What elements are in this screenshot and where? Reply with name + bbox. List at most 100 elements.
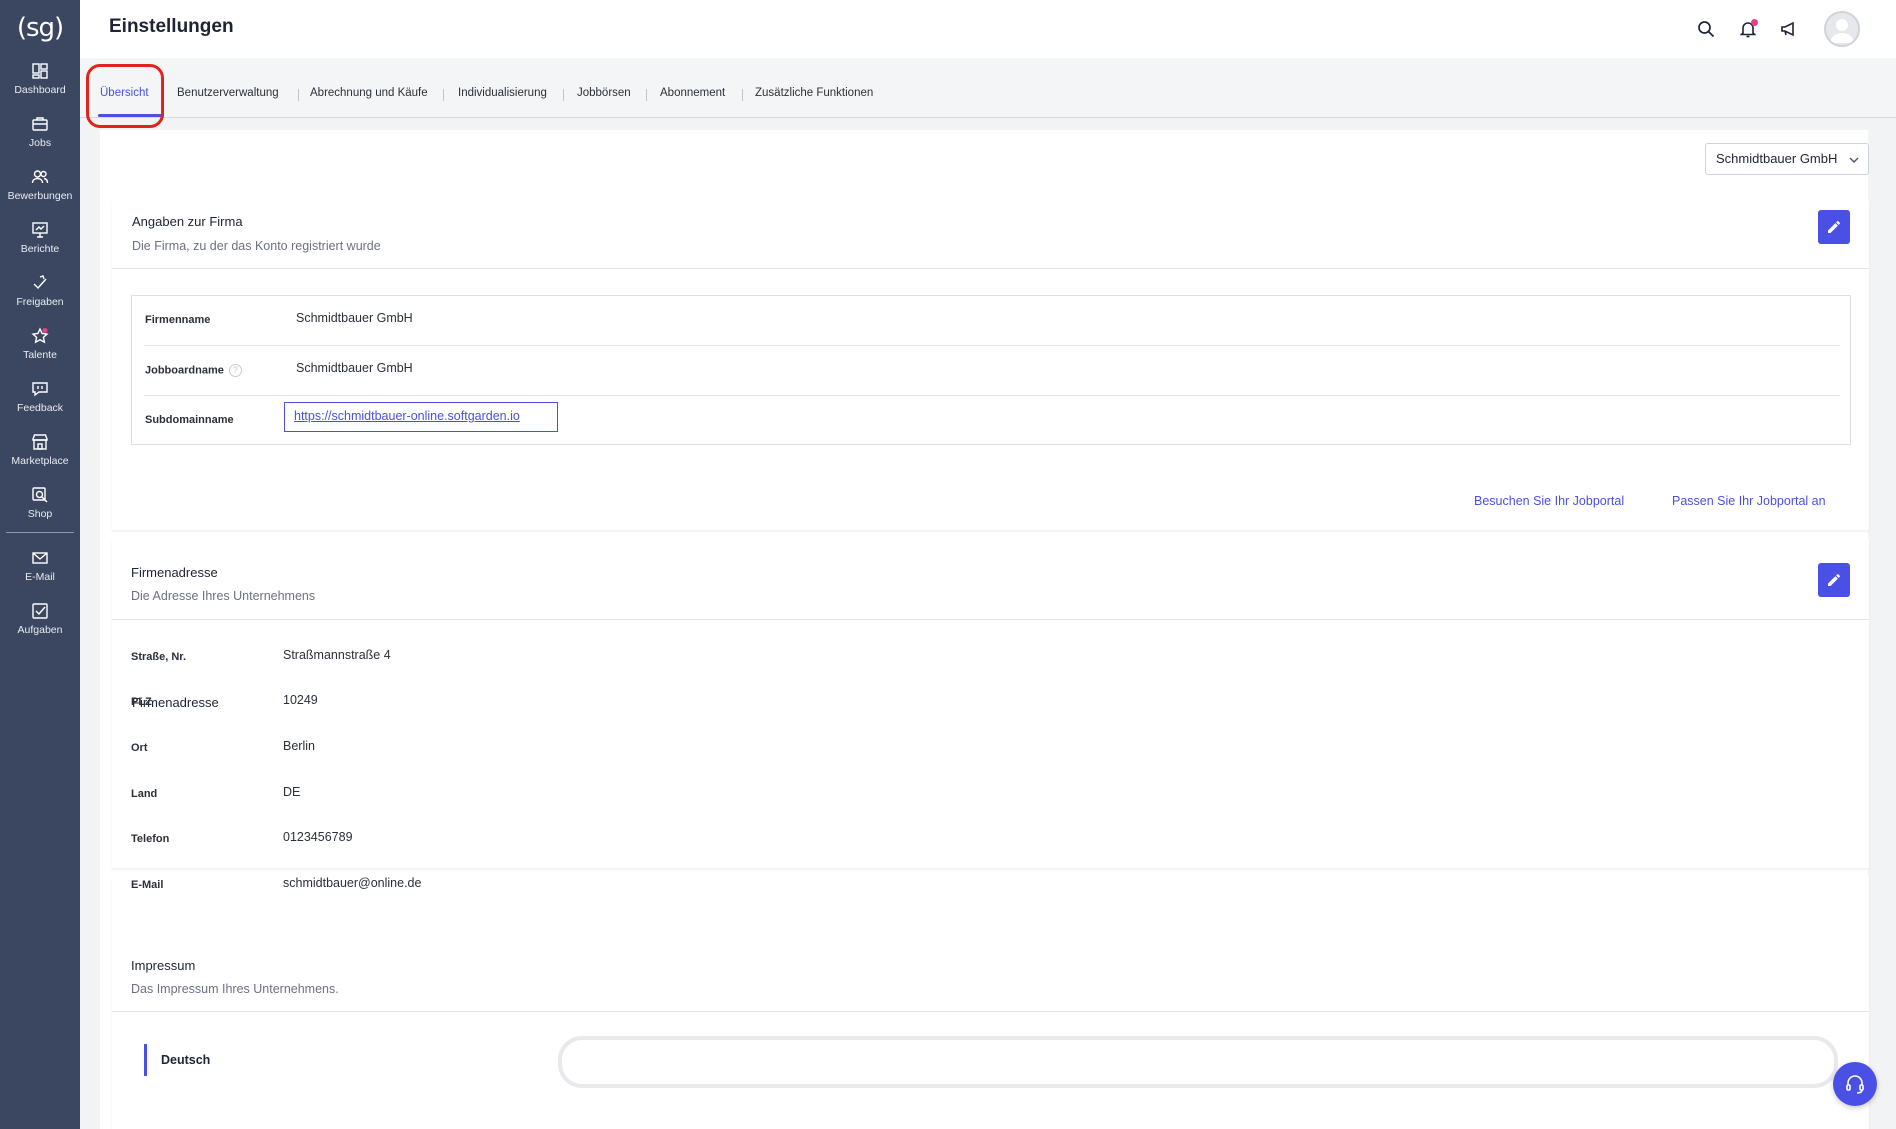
tab-separator — [563, 89, 564, 101]
address-key: Telefon — [131, 833, 170, 845]
page-title: Einstellungen — [109, 16, 234, 37]
sidebar-item-label: Bewerbungen — [7, 190, 73, 202]
tab-jobboersen[interactable]: Jobbörsen — [577, 87, 631, 99]
support-chat-button[interactable] — [1833, 1062, 1877, 1106]
active-tab-indicator — [98, 114, 164, 117]
address-value: 10249 — [283, 693, 318, 707]
row-key: Jobboardname? — [145, 364, 242, 377]
shop-search-icon — [32, 487, 48, 503]
address-value: schmidtbauer@online.de — [283, 876, 422, 890]
sidebar-item-aufgaben[interactable]: Aufgaben — [0, 600, 80, 650]
tab-zusaetzliche-funktionen[interactable]: Zusätzliche Funktionen — [755, 87, 873, 99]
sidebar-item-jobs[interactable]: Jobs — [0, 113, 80, 163]
table-row: Jobboardname? Schmidtbauer GmbH — [144, 346, 1840, 396]
pencil-icon — [1828, 573, 1841, 586]
dashboard-icon — [32, 63, 48, 79]
search-icon[interactable] — [1694, 17, 1718, 41]
megaphone-icon[interactable] — [1777, 17, 1801, 41]
app-logo[interactable]: (sg) — [0, 8, 80, 48]
customize-jobportal-link[interactable]: Passen Sie Ihr Jobportal an — [1672, 494, 1826, 508]
company-select-value: Schmidtbauer GmbH — [1716, 151, 1838, 166]
headset-icon — [1846, 1075, 1864, 1094]
sidebar-item-label: Aufgaben — [17, 624, 63, 636]
sidebar-item-label: E-Mail — [25, 571, 55, 583]
top-header: Einstellungen — [80, 0, 1896, 58]
tab-separator — [443, 89, 444, 101]
tab-abonnement[interactable]: Abonnement — [660, 87, 725, 99]
sidebar-item-marketplace[interactable]: Marketplace — [0, 431, 80, 481]
company-address-card: Firmenadresse — [112, 538, 1869, 868]
subdomain-link[interactable]: https://schmidtbauer-online.softgarden.i… — [284, 402, 558, 432]
language-indicator — [144, 1044, 147, 1076]
sidebar-item-label: Shop — [27, 508, 53, 520]
briefcase-icon — [32, 117, 48, 131]
sidebar-item-feedback[interactable]: Feedback — [0, 378, 80, 428]
card-divider — [112, 1011, 1869, 1012]
address-key: Ort — [131, 742, 148, 754]
address-value: Berlin — [283, 739, 315, 753]
language-label[interactable]: Deutsch — [161, 1053, 210, 1067]
main-content: Schmidtbauer GmbH Angaben zur Firma Die … — [100, 130, 1869, 1129]
mail-icon — [32, 552, 48, 564]
sidebar-item-label: Talente — [23, 349, 57, 361]
sidebar-item-freigaben[interactable]: Freigaben — [0, 272, 80, 322]
tab-separator — [742, 89, 743, 101]
row-value: Schmidtbauer GmbH — [296, 361, 413, 375]
sidebar-divider — [6, 532, 74, 533]
store-icon — [32, 434, 48, 450]
tab-individualisierung[interactable]: Individualisierung — [458, 87, 547, 99]
impressum-subtitle: Das Impressum Ihres Unternehmens. — [131, 982, 339, 996]
help-icon[interactable]: ? — [228, 364, 242, 377]
chat-icon — [32, 382, 48, 397]
sidebar-item-label: Jobs — [28, 137, 52, 149]
notification-dot — [1751, 19, 1758, 26]
tab-benutzerverwaltung[interactable]: Benutzerverwaltung — [177, 87, 279, 99]
visit-jobportal-link[interactable]: Besuchen Sie Ihr Jobportal — [1474, 494, 1624, 508]
settings-tabs: Übersicht Benutzerverwaltung Abrechnung … — [80, 58, 1896, 118]
approval-icon — [33, 275, 47, 290]
tab-uebersicht[interactable]: Übersicht — [100, 87, 149, 99]
users-icon — [31, 170, 49, 184]
tab-abrechnung[interactable]: Abrechnung und Käufe — [310, 87, 428, 99]
row-value: Schmidtbauer GmbH — [296, 311, 413, 325]
card-title: Angaben zur Firma — [132, 214, 243, 229]
chevron-down-icon — [1849, 157, 1859, 163]
tab-separator — [646, 89, 647, 101]
edit-company-button[interactable] — [1818, 210, 1850, 244]
sidebar-item-label: Berichte — [20, 243, 60, 255]
card-divider — [112, 268, 1869, 269]
address-key: PLZ — [131, 696, 152, 708]
sidebar-item-talente[interactable]: Talente — [0, 325, 80, 375]
company-info-table: Firmenname Schmidtbauer GmbH Jobboardnam… — [131, 295, 1851, 445]
sidebar-item-dashboard[interactable]: Dashboard — [0, 60, 80, 110]
impressum-title: Impressum — [131, 958, 196, 973]
address-value: 0123456789 — [283, 830, 353, 844]
impressum-card — [112, 876, 1869, 1129]
sidebar-item-shop[interactable]: Shop — [0, 484, 80, 534]
checkbox-icon — [32, 603, 48, 619]
address-title: Firmenadresse — [131, 565, 218, 580]
avatar[interactable] — [1824, 11, 1860, 47]
chart-board-icon — [32, 222, 48, 238]
address-value: Straßmannstraße 4 — [283, 648, 391, 662]
address-key: Land — [131, 788, 158, 800]
table-row: Firmenname Schmidtbauer GmbH — [144, 296, 1840, 346]
bell-icon[interactable] — [1736, 17, 1760, 41]
sidebar-item-berichte[interactable]: Berichte — [0, 219, 80, 269]
tab-separator — [298, 89, 299, 101]
company-info-card: Angaben zur Firma Die Firma, zu der das … — [112, 200, 1869, 530]
sidebar-item-label: Dashboard — [14, 84, 66, 96]
edit-address-button[interactable] — [1818, 563, 1850, 597]
sidebar-item-email[interactable]: E-Mail — [0, 547, 80, 597]
card-divider — [112, 619, 1869, 620]
sidebar-item-label: Marketplace — [11, 455, 69, 467]
sidebar: (sg) Dashboard Jobs Bewerbungen Berichte… — [0, 0, 80, 1129]
row-key: Firmenname — [145, 314, 211, 326]
table-row: Subdomainname https://schmidtbauer-onlin… — [144, 396, 1840, 446]
row-key: Subdomainname — [145, 414, 234, 426]
impressum-editor[interactable] — [558, 1036, 1838, 1088]
sidebar-item-bewerbungen[interactable]: Bewerbungen — [0, 166, 80, 216]
company-select[interactable]: Schmidtbauer GmbH — [1705, 143, 1869, 175]
address-value: DE — [283, 785, 301, 799]
star-icon — [31, 327, 49, 344]
